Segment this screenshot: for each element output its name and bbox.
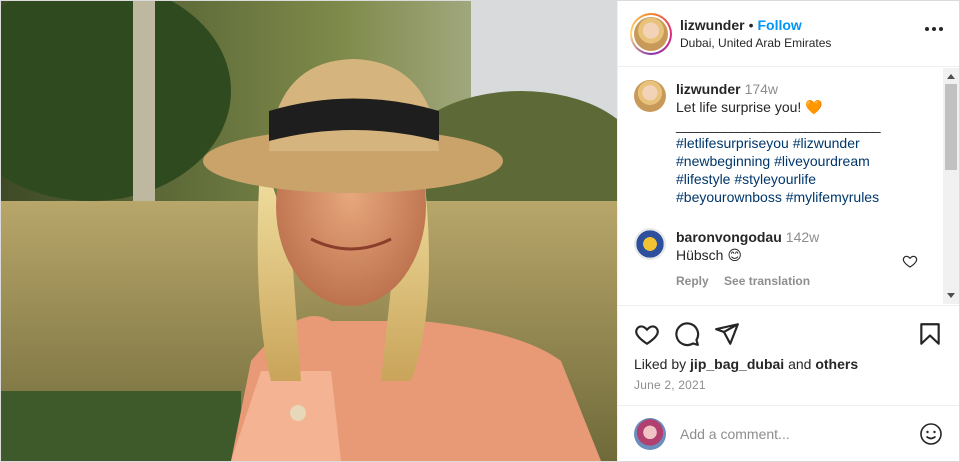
commenter-username[interactable]: baronvongodau xyxy=(676,229,782,245)
comment-item: baronvongodau 142w Hübsch 😊 Reply See tra… xyxy=(618,206,944,290)
post-actions: Liked by jip_bag_dubai and others June 2… xyxy=(618,305,959,392)
comment-bubble-icon[interactable] xyxy=(674,321,700,347)
add-comment-bar xyxy=(618,405,959,461)
post-location[interactable]: Dubai, United Arab Emirates xyxy=(680,34,831,52)
caption-time[interactable]: 174w xyxy=(745,81,778,97)
share-paper-plane-icon[interactable] xyxy=(714,321,740,347)
save-bookmark-icon[interactable] xyxy=(917,321,943,347)
comments-list[interactable]: lizwunder 174w Let life surprise you! 🧡 _… xyxy=(618,68,944,304)
caption-hashtags-2[interactable]: #newbeginning #liveyourdream xyxy=(676,152,880,170)
separator-dot: • xyxy=(748,16,754,33)
post-date[interactable]: June 2, 2021 xyxy=(634,378,943,392)
scroll-thumb[interactable] xyxy=(945,84,957,170)
likes-others-link[interactable]: others xyxy=(815,356,858,372)
reply-button[interactable]: Reply xyxy=(676,274,709,288)
current-user-avatar xyxy=(634,417,666,450)
scroll-down-arrow-icon[interactable] xyxy=(947,293,955,298)
like-heart-icon[interactable] xyxy=(634,321,660,347)
likes-prefix: Liked by xyxy=(634,356,687,372)
add-comment-input[interactable] xyxy=(680,425,911,442)
see-translation-button[interactable]: See translation xyxy=(724,274,810,288)
more-options-icon[interactable] xyxy=(925,27,943,31)
caption-hashtags-1[interactable]: #letlifesurpriseyou #lizwunder xyxy=(676,134,880,152)
comment-like-heart-icon[interactable] xyxy=(902,253,918,269)
caption-hashtags-4[interactable]: #beyourownboss #mylifemyrules xyxy=(676,188,880,206)
comment-text: Hübsch 😊 xyxy=(676,247,742,263)
caption-avatar[interactable] xyxy=(634,80,666,112)
emoji-picker-icon[interactable] xyxy=(919,422,943,446)
author-username[interactable]: lizwunder xyxy=(680,17,745,33)
caption-item: lizwunder 174w Let life surprise you! 🧡 _… xyxy=(618,68,944,206)
caption-username[interactable]: lizwunder xyxy=(676,81,741,97)
likes-summary: Liked by jip_bag_dubai and others xyxy=(634,356,943,372)
post-side-panel: lizwunder • Follow Dubai, United Arab Emir… xyxy=(617,1,959,461)
photo-image xyxy=(1,1,617,461)
post-header: lizwunder • Follow Dubai, United Arab Emir… xyxy=(618,1,959,67)
comment-time[interactable]: 142w xyxy=(786,229,819,245)
caption-hashtags-3[interactable]: #lifestyle #styleyourlife xyxy=(676,170,880,188)
follow-button[interactable]: Follow xyxy=(757,17,801,33)
caption-rule: ______________________________ xyxy=(676,117,881,133)
commenter-avatar[interactable] xyxy=(634,228,666,260)
author-avatar[interactable] xyxy=(630,12,672,55)
scroll-up-arrow-icon[interactable] xyxy=(947,74,955,79)
post-photo[interactable] xyxy=(1,1,617,461)
liked-by-user-link[interactable]: jip_bag_dubai xyxy=(690,356,784,372)
post-frame: lizwunder • Follow Dubai, United Arab Emir… xyxy=(0,0,960,462)
likes-and: and xyxy=(788,356,812,372)
comments-scrollbar[interactable] xyxy=(943,68,959,304)
caption-text: Let life surprise you! 🧡 xyxy=(676,99,823,115)
